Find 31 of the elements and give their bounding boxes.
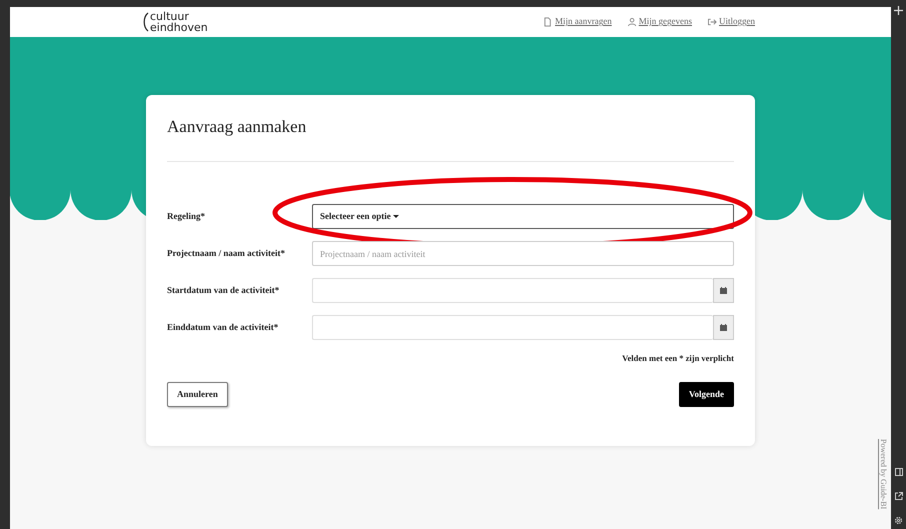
caret-icon <box>392 215 399 218</box>
plus-icon[interactable] <box>894 6 903 15</box>
logout-icon <box>708 17 717 27</box>
field-label: Startdatum van de activiteit* <box>167 284 280 298</box>
external-link-icon[interactable] <box>894 492 902 500</box>
logo-text: eindhoven <box>150 22 208 33</box>
logo-text: cultuur <box>150 11 189 22</box>
calendar-button[interactable] <box>713 278 734 304</box>
date-input-field[interactable] <box>312 315 713 340</box>
text-input-field[interactable]: Projectnaam / naam activiteit <box>312 241 734 266</box>
nav-link[interactable]: Uitloggen <box>708 15 755 29</box>
powered-by-link[interactable]: Powered by Guide-BI <box>877 439 889 510</box>
calendar-icon <box>720 287 727 294</box>
logo-mark-icon <box>142 12 149 32</box>
document-icon <box>544 17 554 27</box>
date-input-field[interactable] <box>312 278 713 304</box>
panel-icon[interactable] <box>894 468 902 476</box>
calendar-icon <box>720 324 727 332</box>
person-icon <box>628 17 637 27</box>
next-button[interactable]: Volgende <box>678 382 734 408</box>
required-note: Velden met een * zijn verplicht <box>621 352 734 366</box>
field-label: Regeling* <box>167 210 206 224</box>
nav-link[interactable]: Mijn aanvragen <box>544 15 612 29</box>
form-title: Aanvraag aanmaken <box>167 117 308 138</box>
dropdown-select[interactable]: Selecteer een optie <box>312 204 734 230</box>
nav-link[interactable]: Mijn gegevens <box>628 15 692 29</box>
cancel-button[interactable]: Annuleren <box>167 382 228 408</box>
field-label: Projectnaam / naam activiteit* <box>167 247 286 260</box>
settings-icon[interactable] <box>894 516 903 525</box>
field-label: Einddatum van de activiteit* <box>167 321 280 334</box>
calendar-button[interactable] <box>713 315 734 340</box>
